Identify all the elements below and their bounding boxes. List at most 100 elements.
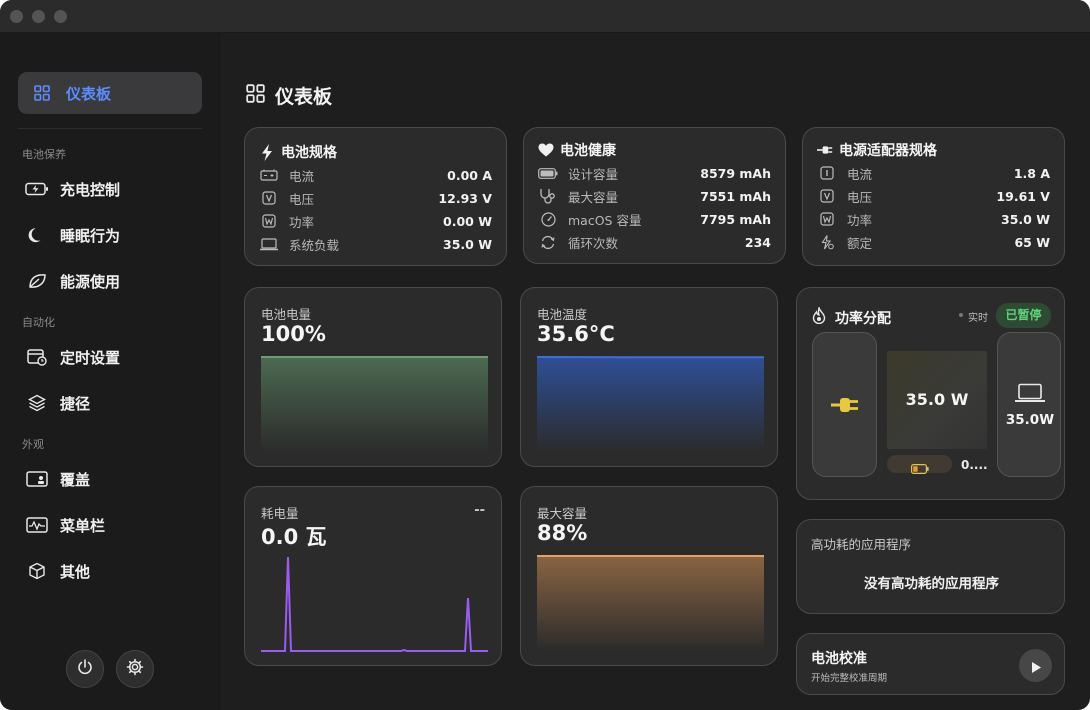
row-value: 35.0 W	[443, 236, 492, 252]
voltage-v-icon	[817, 189, 837, 203]
cube-icon	[24, 558, 50, 584]
spec-row-system-load: 系统负载 35.0 W	[259, 234, 492, 254]
page-title: 仪表板	[246, 82, 332, 109]
max-capacity-card: 最大容量 88%	[520, 486, 778, 666]
power-consumption-line	[261, 556, 488, 652]
metric-extra: --	[474, 503, 485, 518]
spec-row-current: 电流 0.00 A	[259, 165, 492, 185]
metric-value: 100%	[261, 322, 326, 346]
sidebar-item-label: 定时设置	[60, 348, 121, 367]
sidebar-item-menubar[interactable]: 菜单栏	[24, 510, 105, 540]
power-value-panel: 35.0 W	[887, 351, 987, 449]
laptop-power-value: 35.0W	[1005, 412, 1055, 428]
health-row-cycle-count: 循环次数 234	[538, 232, 771, 252]
card-title: 电池校准	[811, 651, 867, 667]
battery-level-area	[261, 357, 488, 452]
bolt-icon	[259, 143, 275, 161]
empty-state-text: 没有高功耗的应用程序	[864, 576, 999, 592]
settings-button[interactable]	[116, 650, 154, 688]
sidebar-item-label: 能源使用	[60, 272, 121, 291]
health-row-macos-capacity: macOS 容量 7795 mAh	[538, 209, 771, 229]
stethoscope-icon	[538, 188, 558, 204]
app-window: 仪表板 电池保养 充电控制 睡眠行为 能源使用 自动化 定时设置 捷径 外观 覆…	[0, 0, 1090, 710]
laptop-icon	[259, 237, 279, 251]
card-header: 电源适配器规格	[817, 140, 937, 160]
row-label: 额定	[847, 235, 873, 251]
card-title: 功率分配	[835, 311, 891, 327]
sidebar-section-automation: 自动化	[22, 316, 55, 329]
row-label: 最大容量	[568, 189, 619, 205]
battery-spec-card: 电池规格 电流 0.00 A 电压 12.93 V 功率 0.00 W 系统负载…	[244, 127, 507, 266]
rated-bolt-icon	[817, 234, 837, 250]
grid-icon	[34, 85, 50, 105]
row-label: 功率	[847, 212, 873, 228]
row-value: 0.00 W	[443, 213, 492, 229]
health-row-max-capacity: 最大容量 7551 mAh	[538, 186, 771, 206]
row-label: 电压	[289, 191, 315, 207]
battery-flow-pill	[887, 455, 952, 475]
leaf-icon	[24, 268, 50, 294]
minimize-window-button[interactable]	[32, 10, 45, 23]
sidebar-item-charge-control[interactable]: 充电控制	[24, 174, 120, 204]
row-label: 电压	[847, 189, 873, 205]
sidebar-item-energy-use[interactable]: 能源使用	[24, 266, 120, 296]
card-subtitle: 开始完整校准周期	[811, 673, 888, 684]
sidebar-item-schedule[interactable]: 定时设置	[24, 342, 120, 372]
metric-label: 电池电量	[261, 307, 312, 322]
row-label: 设计容量	[568, 166, 619, 182]
adapter-row-rated: 额定 65 W	[817, 232, 1050, 252]
high-power-apps-card: 高功耗的应用程序 没有高功耗的应用程序	[796, 519, 1065, 614]
close-window-button[interactable]	[10, 10, 23, 23]
power-button[interactable]	[66, 650, 104, 688]
row-label: 电流	[847, 166, 873, 182]
sidebar-item-label: 睡眠行为	[60, 226, 121, 245]
zoom-window-button[interactable]	[54, 10, 67, 23]
play-icon	[1031, 659, 1042, 678]
power-w-icon	[259, 214, 279, 228]
row-label: 功率	[289, 214, 315, 230]
title-bar	[0, 0, 1090, 33]
battery-calibration-card[interactable]: 电池校准 开始完整校准周期	[796, 633, 1065, 695]
sidebar-item-label: 仪表板	[66, 85, 112, 103]
laptop-icon	[1014, 383, 1046, 407]
adapter-row-power: 功率 35.0 W	[817, 209, 1050, 229]
sidebar: 仪表板 电池保养 充电控制 睡眠行为 能源使用 自动化 定时设置 捷径 外观 覆…	[0, 33, 220, 710]
max-capacity-chart	[537, 555, 764, 651]
power-source-tile	[812, 332, 877, 477]
row-label: 系统负载	[289, 237, 340, 253]
sidebar-item-overlay[interactable]: 覆盖	[24, 464, 90, 494]
power-consumption-chart	[261, 556, 488, 652]
sidebar-item-sleep[interactable]: 睡眠行为	[24, 220, 120, 250]
battery-flow-value: 0....	[961, 458, 988, 472]
sidebar-item-label: 捷径	[60, 394, 91, 413]
card-header: 电池健康	[538, 140, 616, 160]
spec-row-voltage: 电压 12.93 V	[259, 188, 492, 208]
row-label: macOS 容量	[568, 212, 642, 228]
menubar-icon	[24, 512, 50, 538]
start-calibration-button[interactable]	[1019, 649, 1052, 682]
temperature-area	[537, 357, 764, 452]
grid-icon	[246, 84, 265, 107]
row-value: 7795 mAh	[700, 211, 771, 227]
power-consumer-tile: 35.0W	[997, 332, 1061, 477]
overlay-icon	[24, 466, 50, 492]
sidebar-item-label: 其他	[60, 562, 91, 581]
layers-icon	[24, 390, 50, 416]
sidebar-item-shortcuts[interactable]: 捷径	[24, 388, 90, 418]
card-title: 电池健康	[560, 143, 616, 159]
battery-full-icon	[538, 167, 558, 179]
status-badge[interactable]: 已暂停	[996, 303, 1051, 328]
metric-label: 电池温度	[537, 307, 588, 322]
metric-value: 35.6°C	[537, 322, 615, 346]
row-value: 65 W	[1014, 234, 1050, 250]
adapter-row-voltage: 电压 19.61 V	[817, 186, 1050, 206]
sidebar-item-dashboard[interactable]: 仪表板	[18, 72, 202, 114]
power-consumption-card: 耗电量 -- 0.0 瓦	[244, 486, 502, 666]
power-plug-icon	[817, 144, 833, 156]
battery-level-chart	[261, 356, 488, 452]
moon-icon	[24, 222, 50, 248]
adapter-spec-card: 电源适配器规格 电流 1.8 A 电压 19.61 V 功率 35.0 W 额定…	[802, 127, 1065, 266]
sidebar-item-other[interactable]: 其他	[24, 556, 90, 586]
power-flow-card: 功率分配 实时 已暂停 35.0 W 0.... 35.0W	[796, 287, 1065, 500]
sidebar-section-battery-care: 电池保养	[22, 148, 66, 161]
